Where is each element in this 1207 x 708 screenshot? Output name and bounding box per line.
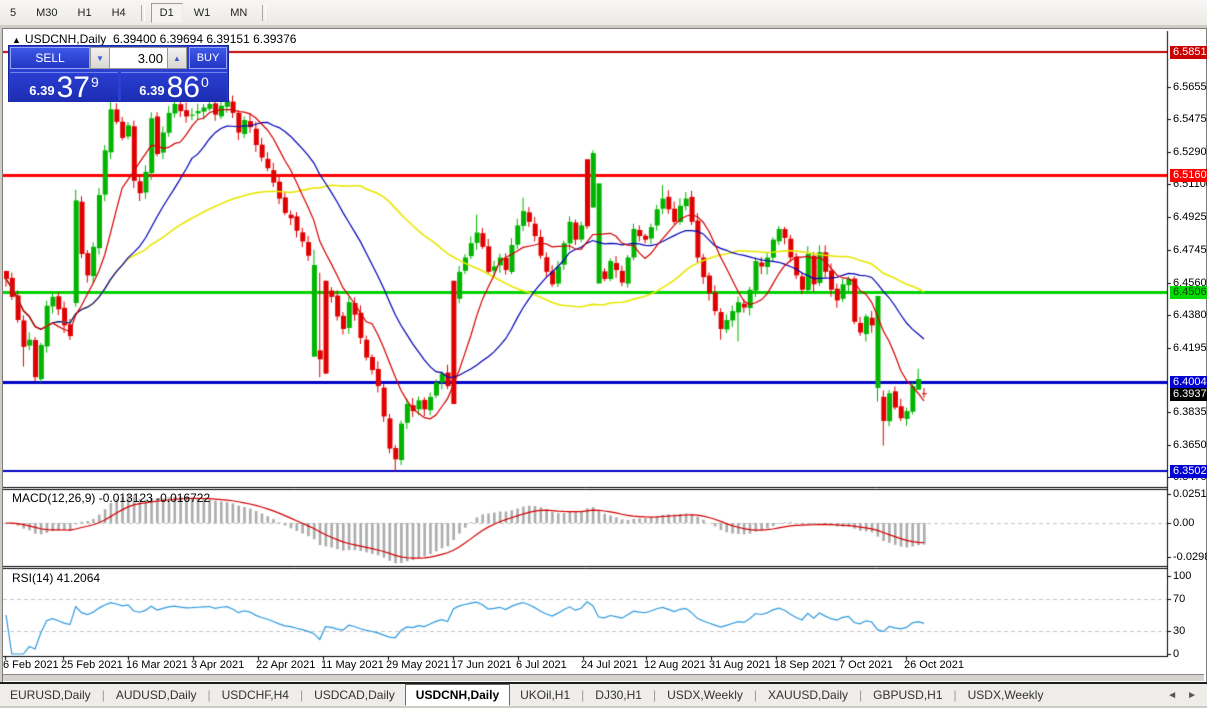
timeframe-button-h1[interactable]: H1: [69, 3, 101, 23]
mt4-trading-platform: { "toolbar": { "items": [ {"label": "5"}…: [0, 0, 1207, 708]
window-bottom-edge: [3, 674, 1204, 681]
date-axis-label: 22 Apr 2021: [256, 659, 316, 671]
tab-eurusd-daily[interactable]: EURUSD,Daily: [0, 685, 101, 705]
macd-axis-tick-label: 0.00: [1173, 517, 1195, 529]
date-axis-label: 18 Sep 2021: [774, 659, 837, 671]
price-axis-tick-label: 6.52900: [1173, 146, 1207, 158]
timeframe-button-d1[interactable]: D1: [150, 2, 183, 23]
lot-increase-button[interactable]: ▲: [167, 47, 187, 69]
price-axis-tick-label: 6.43800: [1173, 309, 1207, 321]
ask-price-big: 86: [166, 71, 200, 104]
tab-scroll-right-arrow[interactable]: ►: [1187, 690, 1197, 701]
toolbar-separator: [140, 4, 145, 21]
tab-dj30-h1[interactable]: DJ30,H1: [585, 685, 652, 705]
bid-price-sup: 9: [90, 74, 99, 90]
chart-workspace: ▲ USDCNH,Daily 6.39400 6.39694 6.39151 6.…: [0, 25, 1207, 683]
tab-usdcnh-daily[interactable]: USDCNH,Daily: [404, 684, 511, 706]
rsi-axis-tick-label: 70: [1173, 593, 1186, 605]
tab-separator: |: [101, 688, 105, 702]
lot-size-input[interactable]: [110, 47, 167, 69]
chart-window-usdcnh: ▲ USDCNH,Daily 6.39400 6.39694 6.39151 6.…: [2, 28, 1207, 683]
price-line-label: 6.58514: [1170, 46, 1207, 59]
price-axis-tick-label: 6.54750: [1173, 113, 1207, 125]
tab-scroll-left-arrow[interactable]: ◄: [1167, 690, 1177, 701]
date-axis-label: 7 Oct 2021: [839, 659, 893, 671]
buy-button[interactable]: BUY: [189, 47, 227, 69]
tab-gbpusd-h1[interactable]: GBPUSD,H1: [863, 685, 952, 705]
symbol-tab-bar: EURUSD,Daily | AUDUSD,Daily | USDCHF,H4 | USDC…: [0, 682, 1207, 706]
price-axis-tick-label: 6.49250: [1173, 211, 1207, 223]
price-axis-tick-label: 6.56550: [1173, 81, 1207, 93]
chart-symbol-label: USDCNH,Daily: [24, 32, 107, 46]
tab-xauusd-daily[interactable]: XAUUSD,Daily: [758, 685, 858, 705]
bid-price-prefix: 6.39: [29, 83, 55, 98]
price-line-label: 6.39376: [1170, 388, 1207, 401]
collapse-panel-arrow[interactable]: ▲: [12, 35, 21, 45]
date-axis-label: 25 Feb 2021: [61, 659, 123, 671]
tab-separator: |: [859, 688, 863, 702]
tab-separator: |: [207, 688, 211, 702]
date-axis-label: 16 Mar 2021: [126, 659, 188, 671]
date-axis-label: 24 Jul 2021: [581, 659, 638, 671]
rsi-axis-tick-label: 100: [1173, 570, 1192, 582]
one-click-trading-panel: SELL ▼ ▲ BUY 6.39 37 9 6.39 86 0: [8, 45, 229, 104]
rsi-indicator-label: RSI(14) 41.2064: [12, 571, 101, 585]
rsi-axis-tick-label: 30: [1173, 625, 1186, 637]
tab-separator: |: [581, 688, 585, 702]
price-line-label: 6.45060: [1170, 286, 1207, 299]
tab-separator: |: [953, 688, 957, 702]
price-axis-tick-label: 6.38350: [1173, 406, 1207, 418]
price-axis-tick-label: 6.41950: [1173, 342, 1207, 354]
bid-price-display[interactable]: 6.39 37 9: [10, 71, 118, 104]
tab-usdcad-daily[interactable]: USDCAD,Daily: [304, 685, 405, 705]
tab-audusd-daily[interactable]: AUDUSD,Daily: [106, 685, 207, 705]
price-line-label: 6.51605: [1170, 169, 1207, 182]
timeframe-button-h4[interactable]: H4: [103, 3, 135, 23]
date-axis-label: 26 Oct 2021: [904, 659, 964, 671]
date-axis-label: 12 Aug 2021: [644, 659, 706, 671]
price-axis-tick-label: 6.36500: [1173, 439, 1207, 451]
sell-button[interactable]: SELL: [10, 47, 90, 69]
timeframe-button-w1[interactable]: W1: [185, 3, 220, 23]
chart-ohlc-values: 6.39400 6.39694 6.39151 6.39376: [112, 32, 297, 46]
tab-usdx-weekly[interactable]: USDX,Weekly: [657, 685, 753, 705]
date-axis-label: 6 Feb 2021: [3, 659, 59, 671]
macd-axis-tick-label: -0.029880: [1173, 551, 1207, 563]
toolbar-separator: [262, 4, 267, 21]
ask-price-prefix: 6.39: [139, 83, 165, 98]
tab-usdchf-h4[interactable]: USDCHF,H4: [212, 685, 299, 705]
price-chart-canvas[interactable]: [3, 29, 1204, 680]
tab-ukoil-h1[interactable]: UKOil,H1: [510, 685, 580, 705]
bid-price-big: 37: [56, 71, 90, 104]
price-line-label: 6.35025: [1170, 465, 1207, 478]
tab-separator: |: [753, 688, 758, 702]
date-axis-label: 29 May 2021: [386, 659, 450, 671]
tab-usdx-weekly[interactable]: USDX,Weekly: [958, 685, 1054, 705]
timeframe-toolbar: 5 M30 H1 H4 D1 W1 MN: [0, 0, 1207, 26]
date-axis-label: 17 Jun 2021: [451, 659, 512, 671]
ask-price-sup: 0: [200, 74, 209, 90]
timeframe-button-5[interactable]: 5: [1, 3, 25, 23]
macd-indicator-label: MACD(12,26,9) -0.013123 -0.016722: [12, 491, 211, 505]
timeframe-button-m30[interactable]: M30: [27, 3, 66, 23]
macd-axis-tick-label: 0.025100: [1173, 488, 1207, 500]
date-axis-label: 3 Apr 2021: [191, 659, 245, 671]
tab-separator: |: [652, 688, 657, 702]
lot-decrease-button[interactable]: ▼: [90, 47, 110, 69]
chart-title: ▲ USDCNH,Daily 6.39400 6.39694 6.39151 6.…: [12, 32, 296, 46]
tab-separator: |: [299, 688, 304, 702]
date-axis-label: 11 May 2021: [321, 659, 384, 671]
date-axis-label: 31 Aug 2021: [709, 659, 771, 671]
tab-arrows: ◄ ►: [1167, 690, 1197, 701]
rsi-axis-tick-label: 0: [1173, 648, 1180, 660]
date-axis-label: 6 Jul 2021: [516, 659, 567, 671]
price-axis-tick-label: 6.47450: [1173, 244, 1207, 256]
ask-price-display[interactable]: 6.39 86 0: [120, 71, 227, 104]
timeframe-button-mn[interactable]: MN: [221, 3, 256, 23]
